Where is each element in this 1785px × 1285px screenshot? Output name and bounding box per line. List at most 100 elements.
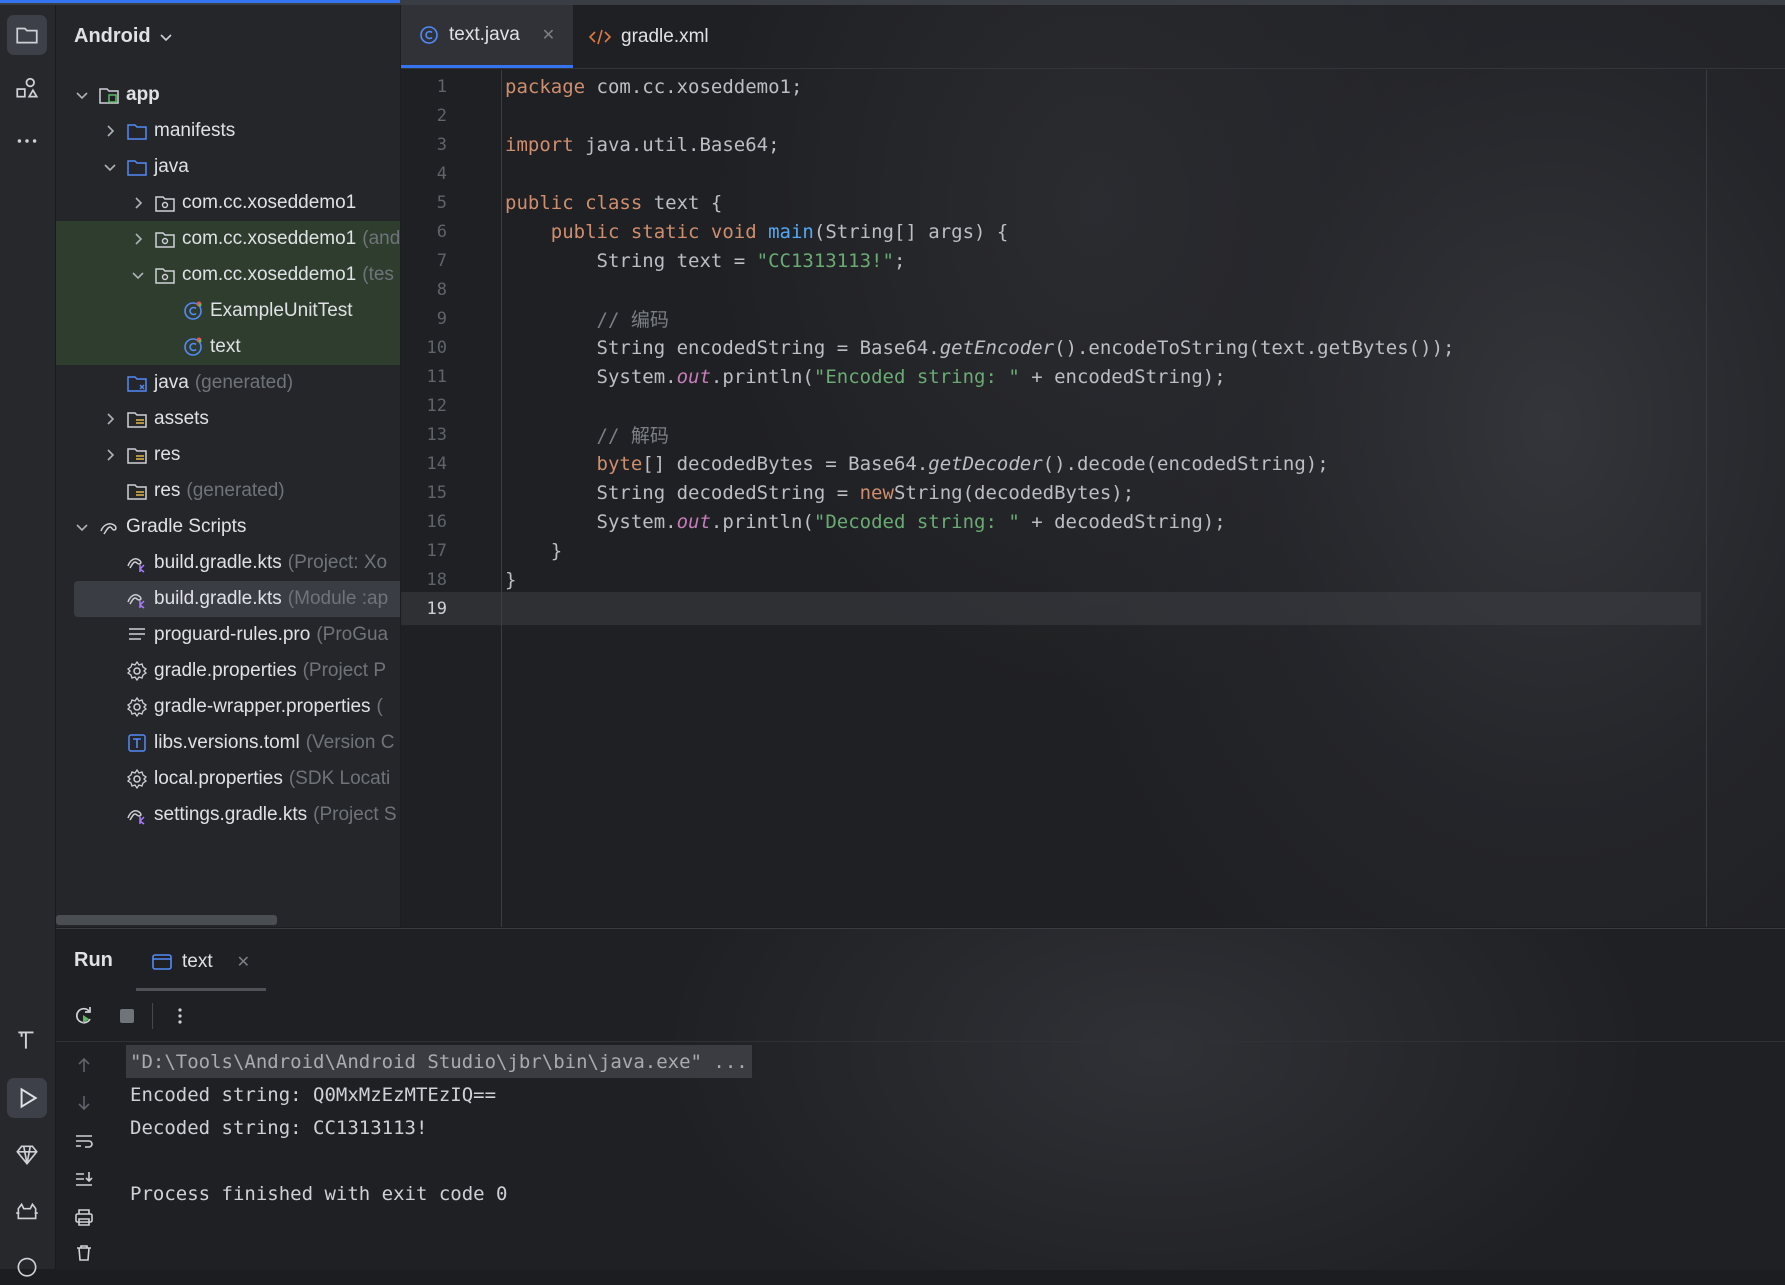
more-tools-icon[interactable] [7,121,47,161]
tree-item[interactable]: local.properties (SDK Locati [56,761,400,797]
tree-item[interactable]: build.gradle.kts (Module :ap [74,581,400,617]
run-play-icon[interactable] [7,1078,47,1118]
line-number: 11 [426,366,447,387]
tree-item[interactable]: build.gradle.kts (Project: Xo [56,545,400,581]
tree-item[interactable]: settings.gradle.kts (Project S [56,797,400,833]
chevron-right-icon[interactable] [102,411,118,427]
tab-label: text.java [449,24,520,45]
line-number: 1 [436,76,447,97]
tab-label: gradle.xml [621,25,709,47]
line-number: 17 [426,540,447,561]
tree-item[interactable]: Gradle Scripts [56,509,400,545]
console-line: Encoded string: Q0MxMzEzMTEzIQ== [130,1083,497,1106]
code-line[interactable]: 19 [401,592,1701,625]
stop-icon[interactable] [110,999,144,1033]
resource-folder-icon [126,480,148,502]
tree-item-label: com.cc.xoseddemo1 [182,228,357,249]
soft-wrap-icon[interactable] [70,1127,98,1155]
project-folder-icon[interactable] [7,15,47,55]
tree-item[interactable]: manifests [56,113,400,149]
console-line: Process finished with exit code 0 [130,1182,508,1205]
project-view-selector[interactable]: Android [74,25,173,48]
terminal-icon[interactable] [7,1245,47,1285]
chevron-down-icon[interactable] [102,159,118,175]
build-hammer-icon[interactable] [7,1020,47,1060]
code-text: // 解码 [596,425,669,447]
line-number: 5 [436,192,447,213]
tree-item-label: gradle-wrapper.properties [154,696,371,717]
settings-icon [126,696,148,718]
tree-item[interactable]: com.cc.xoseddemo1 (tes [56,257,400,293]
close-icon[interactable]: ✕ [237,952,250,972]
tree-item[interactable]: app [56,77,400,113]
settings-icon [126,768,148,790]
tree-item[interactable]: res [56,437,400,473]
run-panel-header: Run text ✕ [56,929,1785,991]
tree-item-label: java [154,156,189,177]
project-view-label: Android [74,25,151,47]
tree-item[interactable]: gradle-wrapper.properties( [56,689,400,725]
trash-icon[interactable] [70,1239,98,1267]
package-icon [154,264,176,286]
code-text: System.out.println("Decoded string: " + … [505,510,1226,533]
chevron-right-icon[interactable] [130,231,146,247]
arrow-down-icon[interactable] [70,1089,98,1117]
scroll-to-end-icon[interactable] [70,1165,98,1193]
chevron-right-icon[interactable] [102,123,118,139]
logcat-cat-icon[interactable] [7,1193,47,1233]
line-number: 16 [426,511,447,532]
tree-item[interactable]: text [56,329,400,365]
tree-item[interactable]: ExampleUnitTest [56,293,400,329]
tree-item[interactable]: java [56,149,400,185]
folder-icon [126,156,148,178]
tree-item-hint: (Project S [313,804,397,825]
code-editor: text.java ✕ gradle.xml 1 package com.cc.x… [401,5,1785,927]
chevron-right-icon[interactable] [130,195,146,211]
horizontal-scrollbar[interactable] [56,915,277,925]
tree-item-label: libs.versions.toml [154,732,300,753]
code-text: } [505,539,563,562]
tree-item-label: Gradle Scripts [126,516,247,537]
code-text: byte[] decodedBytes = Base64.getDecoder(… [596,452,1329,475]
tree-item-hint: (generated) [194,372,294,393]
resource-folder-icon [126,444,148,466]
chevron-down-icon[interactable] [74,87,90,103]
gem-icon[interactable] [7,1135,47,1175]
tree-item[interactable]: res (generated) [56,473,400,509]
chevron-right-icon[interactable] [102,447,118,463]
tab-text-java[interactable]: text.java ✕ [401,5,574,68]
resource-manager-icon[interactable] [7,68,47,108]
tree-item[interactable]: proguard-rules.pro (ProGua [56,617,400,653]
chevron-down-icon[interactable] [74,519,90,535]
test-class-icon [182,336,204,358]
print-icon[interactable] [70,1203,98,1231]
arrow-up-icon[interactable] [70,1051,98,1079]
console-output[interactable]: "D:\Tools\Android\Android Studio\jbr\bin… [126,1045,752,1210]
run-tab-text[interactable]: text ✕ [136,935,267,991]
tree-item[interactable]: libs.versions.toml (Version C [56,725,400,761]
tree-item[interactable]: java (generated) [56,365,400,401]
more-options-icon[interactable] [163,999,197,1033]
console-icon [152,953,172,970]
console-command-line: "D:\Tools\Android\Android Studio\jbr\bin… [126,1045,752,1078]
tree-item[interactable]: com.cc.xoseddemo1 [56,185,400,221]
chevron-down-icon[interactable] [130,267,146,283]
tree-item[interactable]: gradle.properties (Project P [56,653,400,689]
settings-icon [126,660,148,682]
line-number: 12 [426,395,447,416]
rerun-icon[interactable] [66,999,100,1033]
tree-item[interactable]: assets [56,401,400,437]
tab-gradle-xml[interactable]: gradle.xml [571,5,727,68]
tree-item[interactable]: com.cc.xoseddemo1 (and [56,221,400,257]
run-toolbar [56,991,1785,1042]
tree-item-label: gradle.properties [154,660,297,681]
run-panel: Run text ✕ "D:\Tools\Android\Android Stu… [56,928,1785,1270]
close-icon[interactable]: ✕ [542,25,555,45]
